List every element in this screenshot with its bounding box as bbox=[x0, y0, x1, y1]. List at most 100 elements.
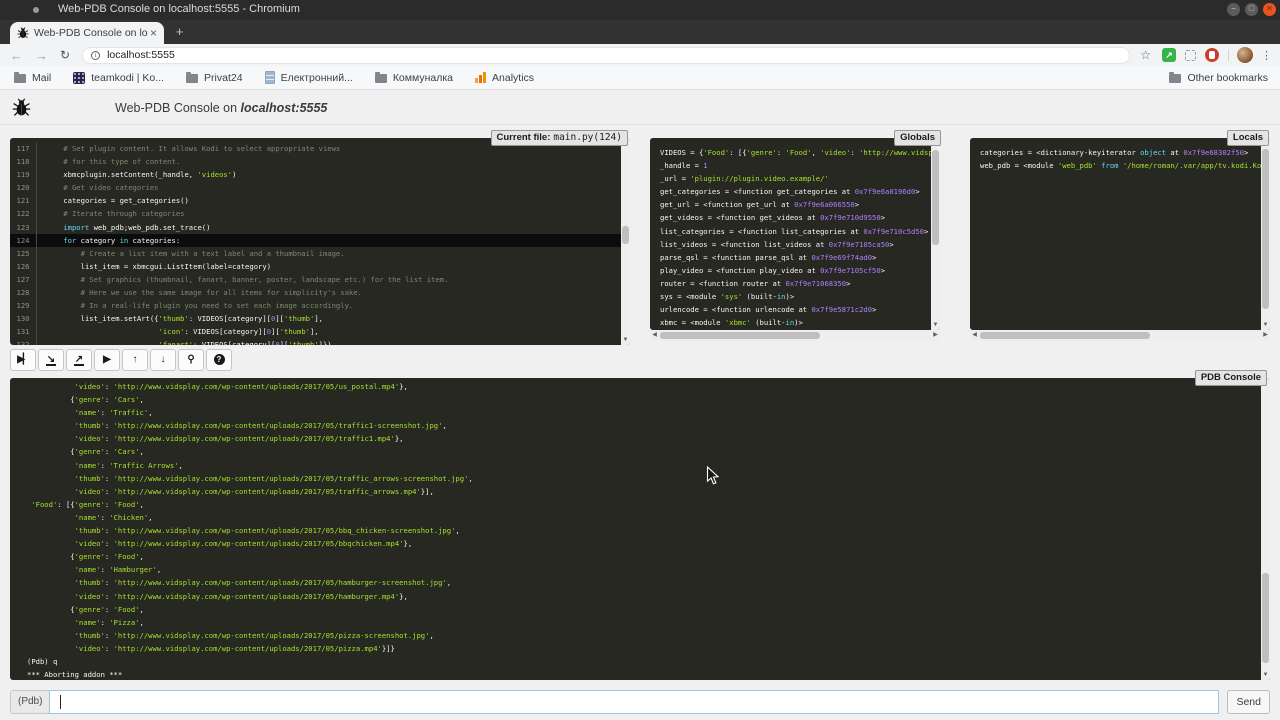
line-number: 121 bbox=[10, 194, 37, 207]
line-number: 118 bbox=[10, 155, 37, 168]
line-number: 128 bbox=[10, 286, 37, 299]
locals-vertical-scrollbar[interactable]: ▲▼ bbox=[1261, 138, 1270, 330]
bookmarks-bar: Mail teamkodi | Ko... Privat24 Електронн… bbox=[0, 66, 1280, 90]
console-output: 'video': 'http://www.vidsplay.com/wp-con… bbox=[10, 378, 1261, 680]
line-number: 132 bbox=[10, 338, 37, 345]
globals-line: parse_qsl = <function parse_qsl at 0x7f9… bbox=[650, 251, 931, 264]
mouse-cursor bbox=[706, 466, 720, 486]
url-text[interactable]: localhost:5555 bbox=[107, 49, 175, 61]
window-close-button[interactable]: ✕ bbox=[1263, 3, 1276, 16]
line-number: 120 bbox=[10, 181, 37, 194]
line-number: 122 bbox=[10, 207, 37, 220]
code-line: 121 categories = get_categories() bbox=[10, 194, 621, 207]
browser-menu-icon[interactable]: ⋮ bbox=[1261, 49, 1272, 62]
up-frame-button[interactable]: ↑ bbox=[122, 349, 148, 371]
code-line: 124 for category in categories: bbox=[10, 234, 621, 247]
globals-line: _url = 'plugin://plugin.video.example/' bbox=[650, 172, 931, 185]
console-line: 'thumb': 'http://www.vidsplay.com/wp-con… bbox=[10, 419, 1261, 432]
toolbar-separator bbox=[1228, 49, 1229, 61]
command-input[interactable] bbox=[49, 690, 1219, 714]
line-number: 129 bbox=[10, 299, 37, 312]
globals-line: play_video = <function play_video at 0x7… bbox=[650, 264, 931, 277]
globals-badge: Globals bbox=[894, 130, 941, 146]
page-info-icon[interactable]: i bbox=[91, 51, 100, 60]
console-line: 'video': 'http://www.vidsplay.com/wp-con… bbox=[10, 380, 1261, 393]
text-caret bbox=[60, 695, 61, 709]
step-into-icon: ↘ bbox=[46, 355, 56, 366]
console-vertical-scrollbar[interactable]: ▲▼ bbox=[1261, 378, 1270, 680]
code-line: 132 'fanart': VIDEOS[category][0]['thumb… bbox=[10, 338, 621, 345]
profile-avatar[interactable] bbox=[1237, 47, 1253, 63]
globals-horizontal-scrollbar[interactable]: ◀▶ bbox=[650, 330, 940, 341]
app-indicator-dot bbox=[33, 7, 39, 13]
bookmark-star-icon[interactable]: ☆ bbox=[1140, 48, 1151, 62]
page-title: Web-PDB Console on localhost:5555 bbox=[115, 101, 327, 115]
locals-listing: categories = <dictionary-keyiterator obj… bbox=[970, 138, 1261, 330]
window-minimize-button[interactable]: − bbox=[1227, 3, 1240, 16]
line-number: 130 bbox=[10, 312, 37, 325]
window-maximize-button[interactable]: ▢ bbox=[1245, 3, 1258, 16]
bookmark-teamkodi[interactable]: teamkodi | Ko... bbox=[73, 72, 164, 84]
bookmark-electronic[interactable]: Електронний... bbox=[265, 71, 353, 84]
back-icon[interactable]: ← bbox=[10, 48, 23, 63]
pdb-prompt-label: (Pdb) bbox=[10, 690, 49, 714]
extension-adblock-icon[interactable] bbox=[1205, 48, 1219, 62]
globals-line: router = <function router at 0x7f9e71068… bbox=[650, 277, 931, 290]
line-number: 117 bbox=[10, 142, 37, 155]
console-line: 'name': 'Pizza', bbox=[10, 616, 1261, 629]
bookmark-privat24[interactable]: Privat24 bbox=[186, 72, 243, 84]
console-line: 'video': 'http://www.vidsplay.com/wp-con… bbox=[10, 590, 1261, 603]
reload-icon[interactable]: ↻ bbox=[60, 48, 70, 62]
step-out-button[interactable]: ↗ bbox=[66, 349, 92, 371]
current-file-badge: Current file:main.py(124) bbox=[491, 130, 628, 146]
console-line: 'name': 'Hamburger', bbox=[10, 563, 1261, 576]
extension-placeholder-icon[interactable] bbox=[1185, 50, 1196, 61]
locals-line: web_pdb = <module 'web_pdb' from '/home/… bbox=[970, 159, 1261, 172]
code-listing: 117 # Set plugin content. It allows Kodi… bbox=[10, 138, 621, 345]
code-line: 125 # Create a list item with a text lab… bbox=[10, 247, 621, 260]
locals-horizontal-scrollbar[interactable]: ◀▶ bbox=[970, 330, 1270, 341]
bug-favicon bbox=[17, 27, 29, 39]
globals-vertical-scrollbar[interactable]: ▲▼ bbox=[931, 138, 940, 330]
extension-green-icon[interactable]: ↗ bbox=[1162, 48, 1176, 62]
line-number: 125 bbox=[10, 247, 37, 260]
bookmark-kommunalka[interactable]: Коммуналка bbox=[375, 72, 453, 84]
step-out-icon: ↗ bbox=[74, 355, 84, 366]
folder-icon bbox=[375, 74, 387, 83]
line-number: 123 bbox=[10, 221, 37, 234]
code-line: 131 'icon': VIDEOS[category][0]['thumb']… bbox=[10, 325, 621, 338]
send-button[interactable]: Send bbox=[1227, 690, 1270, 714]
new-tab-button[interactable]: + bbox=[172, 25, 187, 40]
pdb-console-badge: PDB Console bbox=[1195, 370, 1267, 386]
code-line: 128 # Here we use the same image for all… bbox=[10, 286, 621, 299]
analytics-favicon bbox=[475, 72, 486, 83]
globals-line: VIDEOS = {'Food': [{'genre': 'Food', 'vi… bbox=[650, 146, 931, 159]
folder-icon bbox=[1169, 74, 1181, 83]
console-line: 'thumb': 'http://www.vidsplay.com/wp-con… bbox=[10, 472, 1261, 485]
where-button[interactable]: ⚲ bbox=[178, 349, 204, 371]
help-icon: ? bbox=[214, 354, 225, 365]
console-line: 'thumb': 'http://www.vidsplay.com/wp-con… bbox=[10, 629, 1261, 642]
bookmark-mail[interactable]: Mail bbox=[14, 72, 51, 84]
bookmark-analytics[interactable]: Analytics bbox=[475, 72, 534, 84]
console-line: 'video': 'http://www.vidsplay.com/wp-con… bbox=[10, 537, 1261, 550]
forward-icon[interactable]: → bbox=[35, 48, 48, 63]
code-line: 122 # Iterate through categories bbox=[10, 207, 621, 220]
code-vertical-scrollbar[interactable]: ▲▼ bbox=[621, 138, 630, 345]
globals-line: get_categories = <function get_categorie… bbox=[650, 185, 931, 198]
help-button[interactable]: ? bbox=[206, 349, 232, 371]
console-line: 'name': 'Traffic Arrows', bbox=[10, 459, 1261, 472]
down-frame-button[interactable]: ↓ bbox=[150, 349, 176, 371]
folder-icon bbox=[186, 74, 198, 83]
other-bookmarks-button[interactable]: Other bookmarks bbox=[1169, 72, 1268, 84]
next-button[interactable]: ▶▏ bbox=[10, 349, 36, 371]
console-line: 'name': 'Traffic', bbox=[10, 406, 1261, 419]
app-header: Web-PDB Console on localhost:5555 bbox=[0, 91, 1280, 125]
tab-close-icon[interactable]: × bbox=[150, 26, 157, 40]
browser-tab[interactable]: Web-PDB Console on loca × bbox=[10, 22, 164, 44]
address-bar[interactable]: i localhost:5555 bbox=[82, 47, 1130, 64]
globals-line: get_url = <function get_url at 0x7f9e6a0… bbox=[650, 198, 931, 211]
continue-button[interactable]: ▶ bbox=[94, 349, 120, 371]
tab-strip: Web-PDB Console on loca × + bbox=[0, 20, 1280, 44]
step-into-button[interactable]: ↘ bbox=[38, 349, 64, 371]
